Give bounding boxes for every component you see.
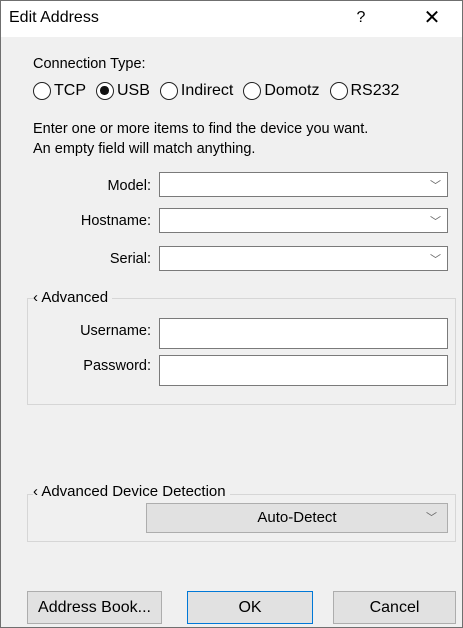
hostname-combobox[interactable]: ﹀ [159, 208, 448, 233]
device-detection-value: Auto-Detect [257, 509, 337, 526]
hostname-label: Hostname: [80, 213, 151, 229]
advanced-device-detection-toggle[interactable]: ‹ Advanced Device Detection [33, 483, 230, 500]
connection-type-radio-group: TCP USB Indirect Domotz RS232 [9, 79, 399, 103]
radio-rs232[interactable]: RS232 [329, 82, 400, 100]
serial-combobox[interactable]: ﹀ [159, 246, 448, 271]
help-button[interactable]: ? [347, 5, 375, 31]
close-button[interactable]: ✕ [417, 5, 447, 31]
username-label: Username: [80, 323, 151, 339]
radio-domotz[interactable]: Domotz [243, 82, 320, 100]
username-field[interactable] [159, 318, 448, 349]
radio-usb-label: USB [117, 82, 150, 99]
radio-rs232-label: RS232 [350, 82, 400, 99]
radio-domotz-indicator [243, 82, 262, 100]
window-title: Edit Address [9, 9, 99, 26]
device-detection-dropdown[interactable]: Auto-Detect ﹀ [146, 503, 448, 533]
radio-indirect-indicator [159, 82, 178, 100]
serial-label: Serial: [109, 251, 151, 267]
instructions-line-1: Enter one or more items to find the devi… [33, 121, 369, 137]
radio-tcp-indicator [33, 82, 51, 100]
chevron-down-icon[interactable]: ﹀ [426, 504, 437, 532]
password-field[interactable] [159, 355, 448, 386]
connection-type-label: Connection Type: [33, 56, 146, 72]
edit-address-dialog: Edit Address ? ✕ Connection Type: TCP US… [0, 0, 463, 628]
password-label: Password: [83, 358, 151, 374]
radio-tcp[interactable]: TCP [33, 82, 86, 100]
title-bar: Edit Address ? ✕ [1, 1, 462, 37]
advanced-group [27, 298, 456, 405]
radio-tcp-label: TCP [54, 82, 86, 99]
radio-indirect[interactable]: Indirect [159, 82, 234, 100]
chevron-down-icon[interactable]: ﹀ [430, 177, 441, 193]
advanced-toggle[interactable]: ‹ Advanced [33, 289, 113, 306]
radio-rs232-indicator [329, 82, 348, 100]
model-label: Model: [107, 178, 151, 194]
radio-indirect-label: Indirect [180, 82, 234, 99]
address-book-button[interactable]: Address Book... [27, 591, 162, 624]
chevron-down-icon[interactable]: ﹀ [430, 213, 441, 229]
instructions-line-2: An empty field will match anything. [33, 141, 256, 157]
radio-usb-indicator [96, 82, 114, 100]
ok-button[interactable]: OK [187, 591, 313, 624]
radio-usb[interactable]: USB [96, 82, 150, 100]
model-combobox[interactable]: ﹀ [159, 172, 448, 197]
cancel-button[interactable]: Cancel [333, 591, 456, 624]
chevron-down-icon[interactable]: ﹀ [430, 251, 441, 267]
radio-domotz-label: Domotz [264, 82, 320, 99]
